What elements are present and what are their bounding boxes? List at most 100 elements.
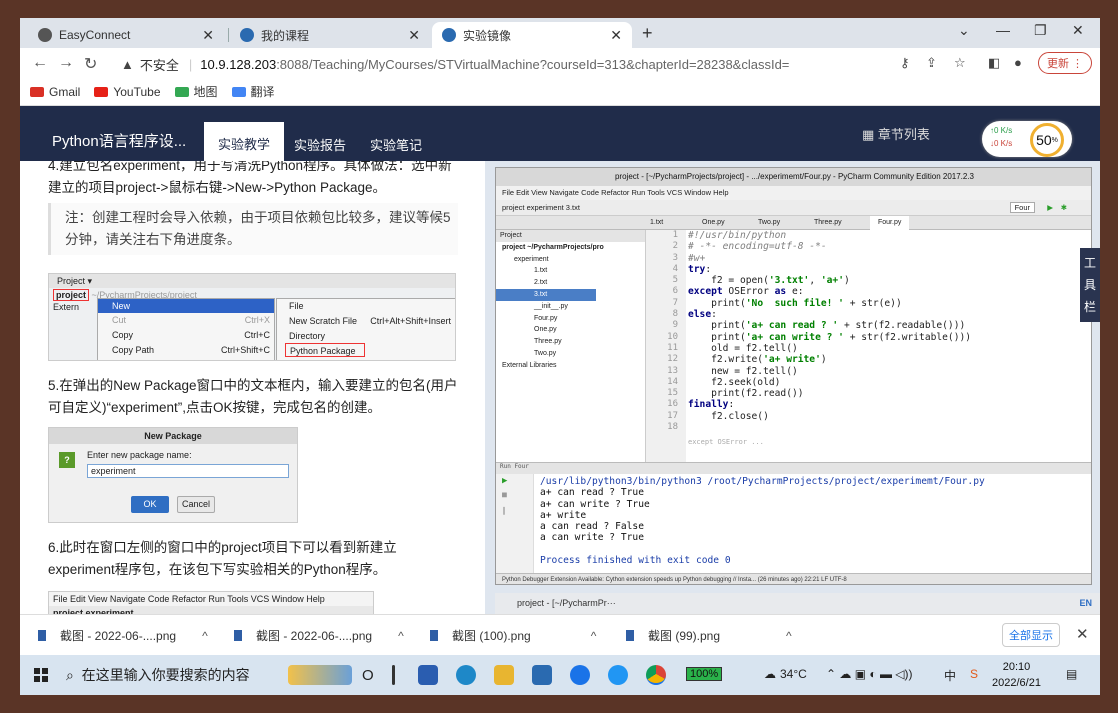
tree-item-selected[interactable]: 3.txt — [496, 288, 596, 301]
show-all-downloads-button[interactable]: 全部显示 — [1002, 623, 1060, 647]
app-icon[interactable] — [570, 665, 590, 685]
download-speed: ↓0 K/s — [990, 139, 1013, 148]
security-warning[interactable]: 不安全 — [140, 55, 179, 74]
bookmark-gmail[interactable]: Gmail — [30, 85, 80, 99]
bookmark-maps[interactable]: 地图 — [174, 83, 218, 100]
bookmark-translate[interactable]: 翻译 — [231, 83, 275, 100]
step-5-text: 5.在弹出的New Package窗口中的文本框内，输入要建立的包名(用户可自定… — [48, 378, 458, 415]
minimize-icon[interactable]: — — [996, 22, 1010, 38]
url-field[interactable]: ▲ 不安全 | 10.9.128.203 :8088/Teaching/MyCo… — [121, 52, 981, 76]
nav-lab-teaching[interactable]: 实验教学 — [204, 122, 285, 161]
ime-indicator[interactable]: 中 — [944, 667, 956, 684]
share-icon[interactable]: ⇪ — [926, 55, 937, 71]
close-downloads-icon[interactable]: ✕ — [1076, 625, 1089, 643]
tab-lab-image[interactable]: 实验镜像 ✕ — [432, 22, 632, 48]
pause-icon[interactable]: ∥ — [502, 506, 506, 515]
code-line: else: — [688, 309, 717, 321]
context-menu-screenshot: Project ▾ project ~/PycharmProjects/proj… — [48, 273, 456, 361]
address-bar-row: ← → ↻ ▲ 不安全 | 10.9.128.203 :8088/Teachin… — [20, 48, 1100, 78]
ide-breadcrumb: project experiment 3.txt Four ▶ ✱ — [496, 200, 1091, 216]
chrome-icon[interactable] — [646, 665, 666, 685]
tab-my-courses[interactable]: 我的课程 ✕ — [230, 22, 430, 48]
browser-window: EasyConnect ✕ 我的课程 ✕ 实验镜像 ✕ + ⌄ — ❐ ✕ ← … — [20, 18, 1100, 695]
search-highlight-image[interactable] — [288, 665, 352, 685]
task-view-icon[interactable] — [392, 665, 395, 685]
chapter-list-button[interactable]: ▦ 章节列表 — [862, 124, 930, 143]
battery-indicator[interactable]: 100% — [686, 667, 723, 681]
ide-menu[interactable]: File Edit View Navigate Code Refactor Ru… — [496, 186, 1091, 200]
app-icon[interactable] — [608, 665, 628, 685]
reload-icon[interactable]: ↻ — [84, 54, 97, 74]
bookmark-youtube[interactable]: YouTube — [94, 85, 161, 99]
clock[interactable]: 20:10 2022/6/21 — [992, 659, 1041, 691]
code-editor[interactable]: #!/usr/bin/python # -*- encoding=utf-8 -*… — [686, 230, 1091, 462]
file-explorer-icon[interactable] — [494, 665, 514, 685]
profile-icon[interactable]: ● — [1014, 55, 1022, 70]
tab-one-py[interactable]: One.py — [702, 216, 725, 230]
windows-taskbar: ⌕ 在这里输入你要搜索的内容 O 100% ☁ 34°C ⌃ ☁ ▣ ◐ ▬ ◁… — [20, 655, 1100, 695]
new-tab-icon[interactable]: + — [642, 23, 653, 44]
star-icon[interactable]: ☆ — [954, 55, 966, 71]
forward-icon[interactable]: → — [58, 54, 74, 72]
nav-lab-notes[interactable]: 实验笔记 — [358, 131, 434, 158]
edge-icon[interactable] — [456, 665, 476, 685]
close-window-icon[interactable]: ✕ — [1072, 22, 1084, 39]
run-icon[interactable]: ▶ — [1047, 200, 1053, 216]
weather-icon: ☁ — [764, 667, 776, 681]
weather-temp[interactable]: 34°C — [780, 667, 807, 681]
update-button[interactable]: 更新 ⋮ — [1038, 52, 1092, 74]
download-item[interactable]: 截图 (99).png ^ — [626, 627, 792, 644]
tree-item[interactable]: __init__.py — [496, 301, 645, 313]
cortana-icon[interactable]: O — [362, 667, 374, 684]
code-line: print(f2.read()) — [688, 388, 804, 400]
run-config-select[interactable]: Four — [1009, 202, 1035, 213]
tree-item[interactable]: project ~/PycharmProjects/pro — [496, 242, 645, 254]
app-icon[interactable] — [418, 665, 438, 685]
debug-icon[interactable]: ✱ — [1061, 200, 1067, 216]
tab-four-py[interactable]: Four.py — [870, 216, 910, 230]
tab-easyconnect[interactable]: EasyConnect ✕ — [28, 22, 224, 48]
tree-header[interactable]: Project — [496, 230, 645, 242]
download-item[interactable]: 截图 (100).png ^ — [430, 627, 596, 644]
notification-icon[interactable]: ▤ — [1066, 667, 1077, 681]
question-icon: ? — [59, 452, 75, 468]
line-number: 3 — [672, 252, 678, 263]
speed-percent: 50% — [1030, 123, 1064, 157]
vm-task-item[interactable]: project - [~/PycharmPr··· — [517, 598, 616, 608]
vm-language[interactable]: EN — [1079, 593, 1092, 614]
tree-item[interactable]: 1.txt — [496, 265, 645, 277]
close-tab-icon[interactable]: ✕ — [610, 27, 622, 44]
stop-icon[interactable]: ■ — [502, 490, 507, 499]
tree-item[interactable]: External Libraries — [496, 360, 645, 372]
tree-item[interactable]: Three.py — [496, 336, 645, 348]
tab-two-py[interactable]: Two.py — [758, 216, 780, 230]
restore-icon[interactable]: ❐ — [1034, 22, 1047, 39]
tree-item[interactable]: 2.txt — [496, 277, 645, 289]
windows-start-icon[interactable] — [34, 668, 48, 682]
taskbar-search[interactable]: ⌕ 在这里输入你要搜索的内容 — [66, 665, 250, 685]
step-6-text: 6.此时在窗口左侧的窗口中的project项目下可以看到新建立experimen… — [48, 540, 397, 577]
download-item[interactable]: 截图 - 2022-06-....png ^ — [38, 627, 208, 644]
key-icon[interactable]: ⚷ — [900, 55, 910, 71]
toolbox-tab[interactable]: 工具栏 — [1080, 248, 1100, 322]
mail-icon[interactable] — [532, 665, 552, 685]
tab-three-py[interactable]: Three.py — [814, 216, 842, 230]
sidepanel-icon[interactable]: ◧ — [988, 55, 1000, 71]
back-icon[interactable]: ← — [32, 54, 48, 72]
input-method-icon[interactable]: S — [970, 667, 978, 681]
rerun-icon[interactable]: ▶ — [502, 476, 507, 486]
close-tab-icon[interactable]: ✕ — [202, 27, 214, 44]
tree-item[interactable]: Four.py — [496, 313, 645, 325]
nav-lab-report[interactable]: 实验报告 — [282, 131, 358, 158]
tray-icons[interactable]: ⌃ ☁ ▣ ◐ ▬ ◁)) — [826, 667, 913, 681]
course-title: Python语言程序设... — [52, 133, 187, 150]
download-item[interactable]: 截图 - 2022-06-....png ^ — [234, 627, 404, 644]
tree-item[interactable]: One.py — [496, 324, 645, 336]
tree-item[interactable]: Two.py — [496, 348, 645, 360]
tab-search-icon[interactable]: ⌄ — [958, 22, 970, 39]
tree-item[interactable]: experiment — [496, 254, 645, 266]
chevron-up-icon: ^ — [398, 628, 404, 643]
tab-1-txt[interactable]: 1.txt — [650, 216, 663, 230]
close-tab-icon[interactable]: ✕ — [408, 27, 420, 44]
console-line: a+ write — [540, 509, 587, 521]
